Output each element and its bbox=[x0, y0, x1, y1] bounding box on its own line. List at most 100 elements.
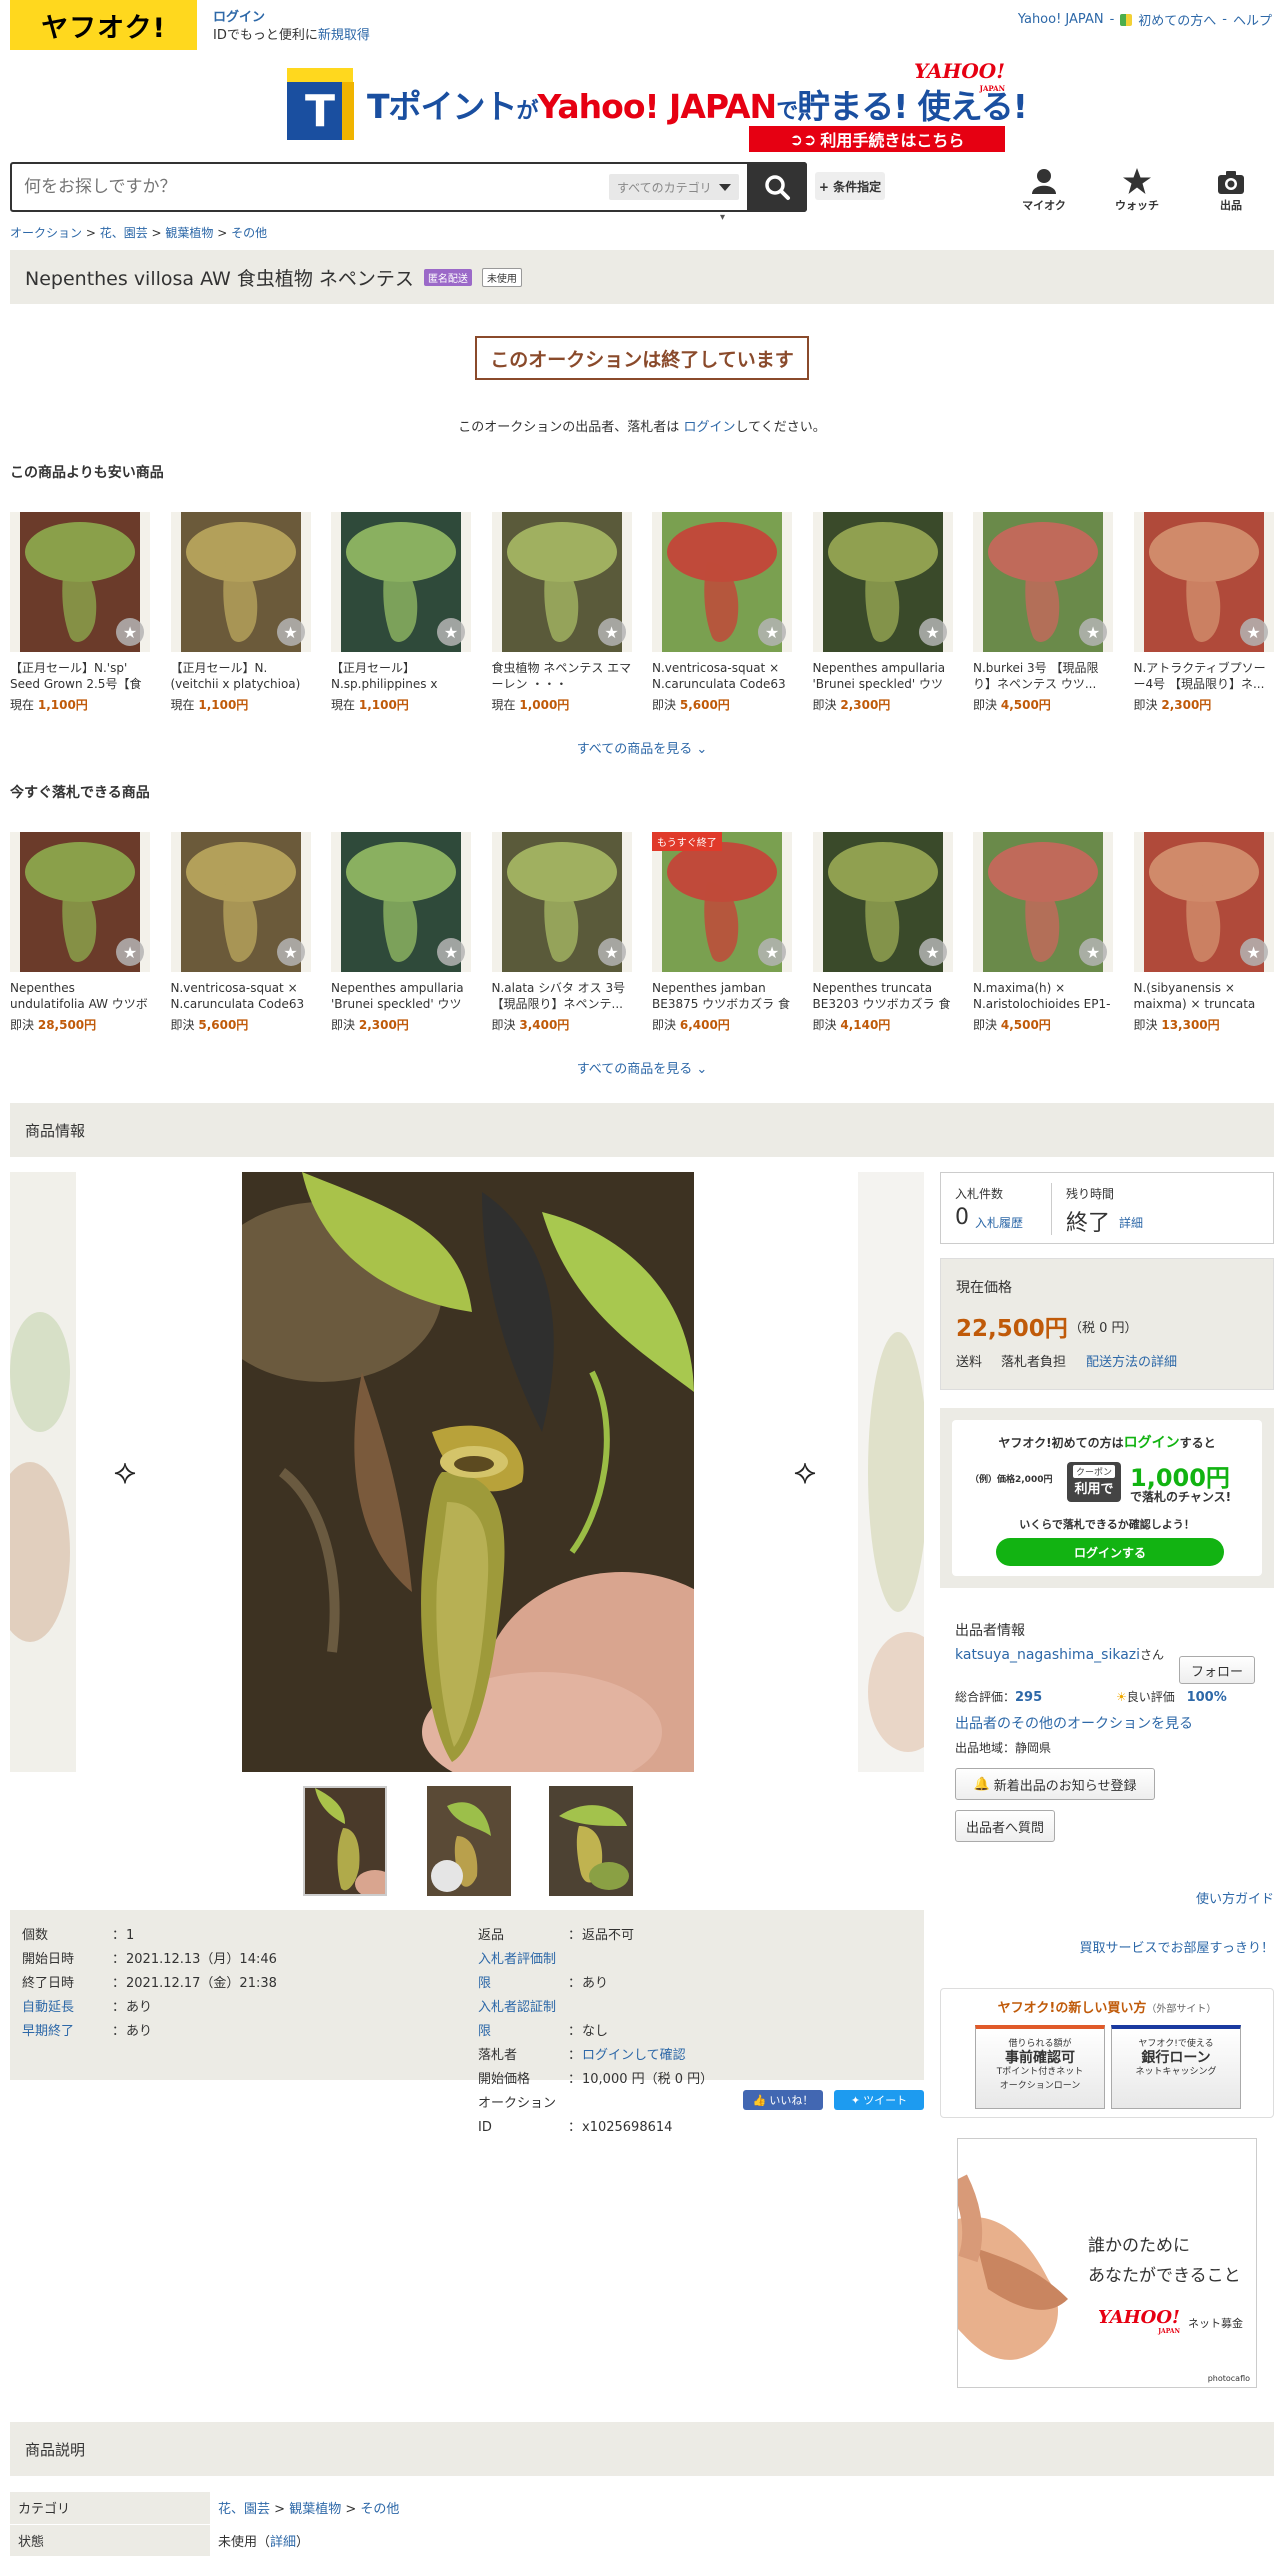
watch-star-icon[interactable]: ★ bbox=[116, 618, 144, 646]
product-title[interactable]: N.ventricosa-squat × N.carunculata Code6… bbox=[171, 980, 311, 1012]
cheaper-item[interactable]: ★ N.burkei 3号 【現品限り】ネペンテス ウツ... 即決 4,500円 bbox=[973, 512, 1113, 713]
cheaper-item[interactable]: ★ 食虫植物 ネペンテス エマーレン ・・・ 現在 1,000円 bbox=[491, 512, 632, 713]
cheaper-item[interactable]: ★ 【正月セール】N.sp.philippines x glacilima 2.5… bbox=[331, 512, 471, 713]
product-thumbnail[interactable]: ★ bbox=[491, 512, 632, 652]
bank-loan-card[interactable]: ヤフオク!で使える 銀行ローン ネットキャッシング bbox=[1111, 2025, 1241, 2109]
cheaper-see-all-link[interactable]: すべての商品を見る ⌄ bbox=[0, 738, 1284, 757]
shipping-detail-link[interactable]: 配送方法の詳細 bbox=[1086, 1351, 1177, 1370]
watch-star-icon[interactable]: ★ bbox=[1079, 618, 1107, 646]
product-title[interactable]: N.ventricosa-squat × N.carunculata Code6… bbox=[652, 660, 792, 692]
time-detail-link[interactable]: 詳細 bbox=[1119, 1214, 1143, 1231]
watch-star-icon[interactable]: ★ bbox=[276, 618, 305, 646]
buynow-item[interactable]: ★ N.ventricosa-squat × N.carunculata Code… bbox=[170, 832, 311, 1033]
buyback-service-link[interactable]: 買取サービスでお部屋すっきり！ bbox=[1080, 1937, 1274, 1956]
category-link-2[interactable]: 観葉植物 bbox=[289, 2502, 341, 2517]
bid-history-link[interactable]: 入札履歴 bbox=[975, 1214, 1023, 1231]
category-link-1[interactable]: 花、園芸 bbox=[218, 2502, 270, 2517]
breadcrumb-other[interactable]: その他 bbox=[231, 226, 267, 240]
product-thumbnail[interactable]: ★ bbox=[331, 832, 471, 972]
gallery-prev-image[interactable] bbox=[10, 1172, 76, 1772]
beginner-link[interactable]: 初めての方へ bbox=[1138, 10, 1216, 29]
gallery-next-arrow-icon[interactable]: ⟡ bbox=[790, 1452, 820, 1492]
product-thumbnail[interactable]: ★ bbox=[1133, 512, 1274, 652]
buynow-item[interactable]: ★ N.maxima(h) × N.aristolochioides EP1-15… bbox=[973, 832, 1113, 1033]
cheaper-item[interactable]: ★ 【正月セール】N.(veitchii x platychioa) x bosc… bbox=[170, 512, 311, 713]
watch-star-icon[interactable]: ★ bbox=[1239, 618, 1268, 646]
watch-star-icon[interactable]: ★ bbox=[918, 938, 947, 966]
usage-guide-link[interactable]: 使い方ガイド bbox=[1196, 1888, 1274, 1907]
ended-login-link[interactable]: ログイン bbox=[683, 420, 735, 435]
ask-seller-button[interactable]: 出品者へ質問 bbox=[955, 1810, 1055, 1842]
product-title[interactable]: Nepenthes undulatifolia AW ウツボカズラ 食虫植... bbox=[10, 980, 150, 1012]
product-thumbnail[interactable]: ★ bbox=[1133, 832, 1274, 972]
watch-button[interactable]: ウォッチ bbox=[1107, 168, 1167, 213]
product-title[interactable]: N.(sibyanensis × maixma) × truncata EPH-… bbox=[1134, 980, 1274, 1012]
cheaper-item[interactable]: ★ 【正月セール】N.'sp' Seed Grown 2.5号【食虫植... 現在 … bbox=[10, 512, 150, 713]
watch-star-icon[interactable]: ★ bbox=[1239, 938, 1268, 966]
breadcrumb-auction[interactable]: オークション bbox=[10, 226, 82, 240]
banner-signup-button[interactable]: ➲➲ 利用手続きはこちら bbox=[749, 126, 1005, 152]
product-title[interactable]: 食虫植物 ネペンテス エマーレン ・・・ bbox=[492, 660, 632, 692]
follow-button[interactable]: フォロー bbox=[1179, 1656, 1255, 1684]
watch-star-icon[interactable]: ★ bbox=[276, 938, 305, 966]
product-title[interactable]: Nepenthes truncata BE3203 ウツボカズラ 食虫植... bbox=[813, 980, 953, 1012]
cheaper-item[interactable]: ★ N.アトラクティブプソーー4号 【現品限り】ネ... 即決 2,300円 bbox=[1133, 512, 1274, 713]
thumbnail-2[interactable] bbox=[427, 1786, 511, 1896]
buynow-item[interactable]: ★ N.alata シバタ オス 3号【現品限り】ネペンテ... 即決 3,400円 bbox=[491, 832, 632, 1033]
signup-link[interactable]: 新規取得 bbox=[318, 28, 370, 43]
yahoo-japan-link[interactable]: Yahoo! JAPAN bbox=[1018, 12, 1104, 27]
watch-star-icon[interactable]: ★ bbox=[597, 938, 626, 966]
product-title[interactable]: N.maxima(h) × N.aristolochioides EP1-15-… bbox=[973, 980, 1113, 1012]
login-link[interactable]: ログイン bbox=[213, 10, 265, 25]
rating-link[interactable]: 295 bbox=[1015, 1690, 1042, 1705]
tpoint-banner[interactable]: T TポイントがYahoo! JAPANで貯まる! 使える! YAHOO! JAP… bbox=[287, 61, 1028, 152]
search-button[interactable] bbox=[747, 162, 807, 212]
watch-star-icon[interactable]: ★ bbox=[758, 938, 786, 966]
breadcrumb-garden[interactable]: 花、園芸 bbox=[100, 226, 148, 240]
watch-star-icon[interactable]: ★ bbox=[116, 938, 144, 966]
gallery-next-image[interactable] bbox=[858, 1172, 924, 1772]
product-thumbnail[interactable]: ★ bbox=[973, 832, 1113, 972]
cheaper-item[interactable]: ★ N.ventricosa-squat × N.carunculata Code… bbox=[652, 512, 792, 713]
product-title[interactable]: Nepenthes jamban BE3875 ウツボカズラ 食虫植... bbox=[652, 980, 792, 1012]
product-thumbnail[interactable]: ★ bbox=[812, 832, 953, 972]
product-thumbnail[interactable]: ★ bbox=[10, 832, 150, 972]
seller-other-auctions-link[interactable]: 出品者のその他のオークションを見る bbox=[955, 1713, 1275, 1733]
cheaper-item[interactable]: ★ Nepenthes ampullaria 'Brunei speckled' … bbox=[812, 512, 953, 713]
product-thumbnail[interactable]: ★ bbox=[10, 512, 150, 652]
tweet-button[interactable]: ✦ ツイート bbox=[834, 2090, 924, 2110]
watch-star-icon[interactable]: ★ bbox=[918, 618, 947, 646]
product-title[interactable]: N.alata シバタ オス 3号【現品限り】ネペンテ... bbox=[492, 980, 632, 1012]
promo-login-button[interactable]: ログインする bbox=[996, 1538, 1224, 1566]
product-thumbnail[interactable]: ★ bbox=[331, 512, 471, 652]
product-title[interactable]: N.アトラクティブプソーー4号 【現品限り】ネ... bbox=[1134, 660, 1274, 692]
myauction-button[interactable]: マイオク bbox=[1014, 168, 1074, 213]
notify-new-listing-button[interactable]: 🔔 新着出品のお知らせ登録 bbox=[955, 1768, 1155, 1800]
detail-key[interactable]: 早期終了 bbox=[22, 2020, 112, 2044]
product-thumbnail[interactable]: ★ bbox=[973, 512, 1113, 652]
thumbnail-1[interactable] bbox=[303, 1786, 387, 1896]
product-title[interactable]: 【正月セール】N.sp.philippines x glacilima 2.5.… bbox=[331, 660, 471, 692]
yafuoku-logo[interactable]: ヤフオク! bbox=[10, 0, 197, 50]
breadcrumb-foliage[interactable]: 観葉植物 bbox=[165, 226, 213, 240]
watch-star-icon[interactable]: ★ bbox=[437, 618, 465, 646]
detail-key[interactable]: 自動延長 bbox=[22, 1996, 112, 2020]
conditions-button[interactable]: + 条件指定 bbox=[815, 172, 885, 200]
buynow-item[interactable]: ★ Nepenthes truncata BE3203 ウツボカズラ 食虫植...… bbox=[812, 832, 953, 1033]
watch-star-icon[interactable]: ★ bbox=[758, 618, 786, 646]
product-thumbnail[interactable]: ★ bbox=[170, 512, 311, 652]
facebook-like-button[interactable]: 👍 いいね！ bbox=[743, 2090, 823, 2110]
buynow-item[interactable]: ★ Nepenthes ampullaria 'Brunei speckled' … bbox=[331, 832, 471, 1033]
seller-name-link[interactable]: katsuya_nagashima_sikazi bbox=[955, 1647, 1140, 1663]
buynow-item[interactable]: ★ N.(sibyanensis × maixma) × truncata EPH… bbox=[1133, 832, 1274, 1033]
watch-star-icon[interactable]: ★ bbox=[437, 938, 465, 966]
sell-button[interactable]: 出品 bbox=[1201, 168, 1261, 213]
buynow-item[interactable]: ★ もうすぐ終了 Nepenthes jamban BE3875 ウツボカズラ 食虫… bbox=[652, 832, 792, 1033]
watch-star-icon[interactable]: ★ bbox=[597, 618, 626, 646]
product-thumbnail[interactable]: ★ bbox=[491, 832, 632, 972]
buynow-item[interactable]: ★ Nepenthes undulatifolia AW ウツボカズラ 食虫植..… bbox=[10, 832, 150, 1033]
product-thumbnail[interactable]: ★ bbox=[812, 512, 953, 652]
search-input[interactable] bbox=[24, 176, 584, 198]
product-thumbnail[interactable]: ★ bbox=[170, 832, 311, 972]
help-link[interactable]: ヘルプ bbox=[1233, 10, 1272, 29]
